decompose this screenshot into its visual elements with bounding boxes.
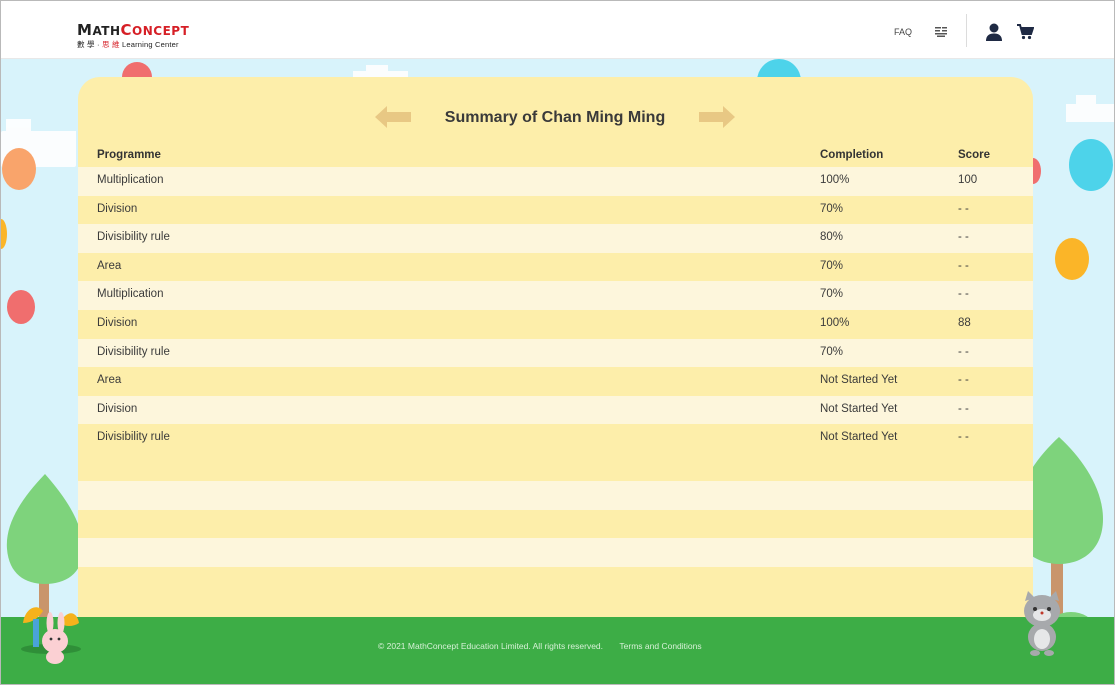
table-row[interactable]: Divisibility rule Not Started Yet - - xyxy=(78,424,1033,453)
table-row[interactable]: Division Not Started Yet - - xyxy=(78,395,1033,425)
table-row-empty xyxy=(78,538,1033,567)
cell-score: - - xyxy=(958,202,969,215)
page-title: Summary of Chan Ming Ming xyxy=(444,109,666,126)
column-header-score: Score xyxy=(958,149,990,161)
user-icon[interactable] xyxy=(986,23,1002,41)
cell-programme: Divisibility rule xyxy=(97,431,170,444)
table-row-empty xyxy=(78,509,1033,539)
summary-table-body: Multiplication 100% 100 Division 70% - -… xyxy=(78,167,1033,567)
cell-programme: Divisibility rule xyxy=(97,345,170,358)
table-row[interactable]: Divisibility rule 80% - - xyxy=(78,224,1033,253)
terms-link[interactable]: Terms and Conditions xyxy=(619,641,701,651)
cell-completion: 70% xyxy=(820,345,844,358)
cell-completion: 70% xyxy=(820,259,844,272)
cell-completion: 80% xyxy=(820,231,844,244)
table-row[interactable]: Area 70% - - xyxy=(78,252,1033,282)
language-icon[interactable] xyxy=(934,26,948,38)
cell-programme: Multiplication xyxy=(97,174,164,186)
cell-programme: Area xyxy=(97,374,122,387)
cell-score: - - xyxy=(958,259,969,272)
cell-score: - - xyxy=(958,431,969,444)
cell-score: - - xyxy=(958,374,969,387)
logo-wordmark: MATHCONCEPT xyxy=(77,21,190,39)
bunny-mascot-icon xyxy=(21,607,81,664)
cell-completion: 70% xyxy=(820,202,844,215)
cell-score: 88 xyxy=(958,316,971,329)
logo-tagline: 數 學 · 思 維 Learning Center xyxy=(77,40,179,49)
cell-completion: Not Started Yet xyxy=(820,402,898,415)
cart-icon[interactable] xyxy=(1017,24,1034,40)
table-row[interactable]: Division 100% 88 xyxy=(78,309,1033,339)
cell-score: 100 xyxy=(958,174,978,186)
cell-score: - - xyxy=(958,345,969,358)
cell-completion: 100% xyxy=(820,316,850,329)
table-header: Programme Completion Score xyxy=(78,147,1033,167)
cell-programme: Divisibility rule xyxy=(97,231,170,244)
arrow-right-icon[interactable] xyxy=(697,106,735,128)
column-header-completion: Completion xyxy=(820,149,884,161)
brand-logo[interactable]: MATHCONCEPT 數 學 · 思 維 Learning Center xyxy=(77,21,190,50)
cell-programme: Multiplication xyxy=(97,288,164,301)
header-divider xyxy=(966,14,967,47)
cell-completion: Not Started Yet xyxy=(820,374,898,387)
faq-link[interactable]: FAQ xyxy=(894,27,912,37)
summary-panel: Summary of Chan Ming Ming Programme Comp… xyxy=(78,77,1033,637)
table-row[interactable]: Multiplication 70% - - xyxy=(78,281,1033,310)
table-row-empty xyxy=(78,452,1033,482)
cell-programme: Division xyxy=(97,316,138,329)
footer: © 2021 MathConcept Education Limited. Al… xyxy=(378,641,702,651)
copyright-text: © 2021 MathConcept Education Limited. Al… xyxy=(378,641,604,651)
table-row[interactable]: Multiplication 100% 100 xyxy=(78,167,1033,196)
cell-completion: Not Started Yet xyxy=(820,431,898,444)
cell-completion: 70% xyxy=(820,288,844,301)
cell-completion: 100% xyxy=(820,174,850,186)
cell-score: - - xyxy=(958,402,969,415)
cell-score: - - xyxy=(958,288,969,301)
table-row[interactable]: Area Not Started Yet - - xyxy=(78,367,1033,396)
cell-programme: Area xyxy=(97,259,122,272)
cell-score: - - xyxy=(958,231,969,244)
arrow-left-icon[interactable] xyxy=(375,106,413,128)
table-row-empty xyxy=(78,481,1033,510)
table-row[interactable]: Divisibility rule 70% - - xyxy=(78,338,1033,368)
top-header: MATHCONCEPT 數 學 · 思 維 Learning Center FA… xyxy=(1,1,1114,59)
cell-programme: Division xyxy=(97,202,138,215)
table-row[interactable]: Division 70% - - xyxy=(78,195,1033,225)
cell-programme: Division xyxy=(97,402,138,415)
cat-mascot-icon xyxy=(1024,591,1060,656)
column-header-programme: Programme xyxy=(97,149,161,161)
